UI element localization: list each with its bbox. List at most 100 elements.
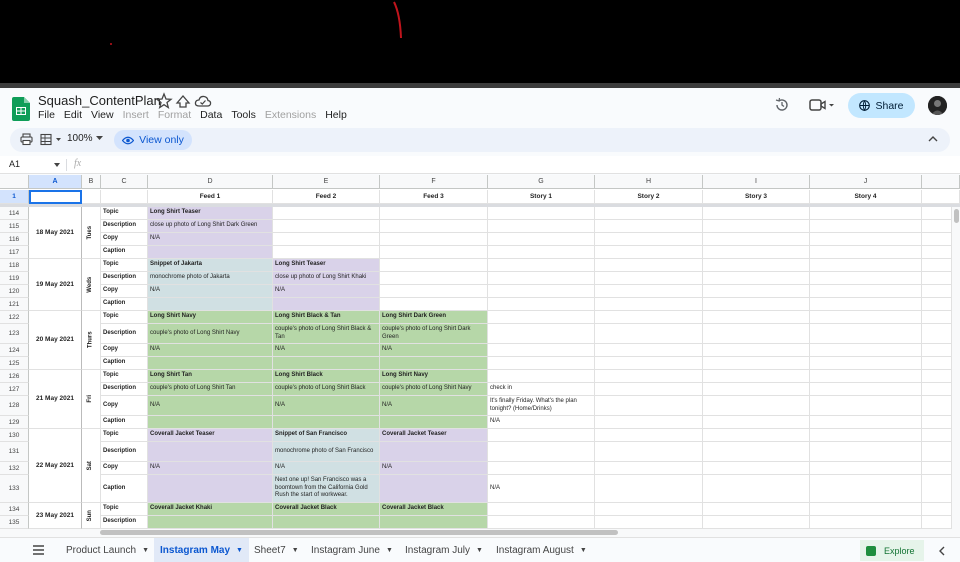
name-box-caret-icon[interactable] <box>54 163 60 167</box>
weekday-cell[interactable]: Sun <box>82 503 101 529</box>
sheet-tab-instagram-august[interactable]: Instagram August ▼ <box>490 538 593 562</box>
content-cell-e[interactable] <box>273 516 380 529</box>
empty-cell[interactable] <box>703 516 810 529</box>
empty-cell[interactable] <box>810 396 922 416</box>
empty-cell[interactable] <box>595 344 703 357</box>
empty-cell[interactable] <box>810 324 922 344</box>
content-cell-g[interactable] <box>488 516 595 529</box>
content-cell-g[interactable]: N/A <box>488 475 595 503</box>
content-cell-e[interactable]: N/A <box>273 344 380 357</box>
content-cell-d[interactable]: N/A <box>148 285 273 298</box>
zoom-select[interactable]: 100% <box>67 133 93 144</box>
empty-cell[interactable] <box>703 462 810 475</box>
version-history-icon[interactable] <box>774 97 790 113</box>
content-cell-e[interactable] <box>273 233 380 246</box>
empty-cell[interactable] <box>703 220 810 233</box>
empty-cell[interactable] <box>810 442 922 462</box>
empty-cell[interactable] <box>595 311 703 324</box>
content-cell-g[interactable] <box>488 344 595 357</box>
content-cell-e[interactable]: close up photo of Long Shirt Khaki <box>273 272 380 285</box>
empty-cell[interactable] <box>595 416 703 429</box>
header-cell[interactable] <box>101 190 148 204</box>
empty-cell[interactable] <box>810 416 922 429</box>
content-cell-d[interactable] <box>148 357 273 370</box>
column-header-i[interactable]: I <box>703 175 810 189</box>
print-icon[interactable] <box>20 133 33 146</box>
menu-format[interactable]: Format <box>158 109 191 121</box>
content-cell-d[interactable]: couple's photo of Long Shirt Tan <box>148 383 273 396</box>
content-cell-d[interactable]: N/A <box>148 462 273 475</box>
row-label-cell[interactable]: Description <box>101 324 148 344</box>
empty-cell[interactable] <box>810 272 922 285</box>
empty-cell[interactable] <box>595 442 703 462</box>
selected-cell-a1[interactable] <box>29 190 82 204</box>
content-cell-g[interactable]: It's finally Friday. What's the plan ton… <box>488 396 595 416</box>
row-header[interactable]: 121 <box>0 298 29 311</box>
content-cell-g[interactable] <box>488 462 595 475</box>
row-label-cell[interactable]: Description <box>101 383 148 396</box>
menu-help[interactable]: Help <box>325 109 347 121</box>
weekday-cell[interactable]: Thurs <box>82 311 101 370</box>
empty-cell[interactable] <box>703 503 810 516</box>
menu-data[interactable]: Data <box>200 109 222 121</box>
empty-cell[interactable] <box>703 246 810 259</box>
column-header-k[interactable] <box>922 175 960 189</box>
row-header[interactable]: 117 <box>0 246 29 259</box>
empty-cell[interactable] <box>703 383 810 396</box>
content-cell-g[interactable] <box>488 285 595 298</box>
content-cell-e[interactable]: Coverall Jacket Black <box>273 503 380 516</box>
weekday-cell[interactable]: Tues <box>82 207 101 259</box>
row-label-cell[interactable]: Topic <box>101 503 148 516</box>
empty-cell[interactable] <box>810 311 922 324</box>
move-to-folder-icon[interactable] <box>174 92 192 110</box>
empty-cell[interactable] <box>810 246 922 259</box>
vertical-scrollbar[interactable] <box>951 207 960 529</box>
content-cell-f[interactable] <box>380 475 488 503</box>
content-cell-g[interactable] <box>488 429 595 442</box>
sheet-tab-caret-icon[interactable]: ▼ <box>476 547 483 554</box>
empty-cell[interactable] <box>810 475 922 503</box>
empty-cell[interactable] <box>810 285 922 298</box>
empty-cell[interactable] <box>703 344 810 357</box>
row-label-cell[interactable]: Description <box>101 272 148 285</box>
vertical-scroll-thumb[interactable] <box>954 209 959 223</box>
content-cell-f[interactable]: Long Shirt Dark Green <box>380 311 488 324</box>
empty-cell[interactable] <box>703 475 810 503</box>
row-label-cell[interactable]: Topic <box>101 259 148 272</box>
content-cell-f[interactable] <box>380 442 488 462</box>
content-cell-e[interactable]: couple's photo of Long Shirt Black & Tan <box>273 324 380 344</box>
empty-cell[interactable] <box>703 259 810 272</box>
view-only-button[interactable]: View only <box>114 130 192 150</box>
content-cell-e[interactable]: Long Shirt Teaser <box>273 259 380 272</box>
content-cell-d[interactable]: couple's photo of Long Shirt Navy <box>148 324 273 344</box>
empty-cell[interactable] <box>810 357 922 370</box>
content-cell-d[interactable] <box>148 442 273 462</box>
row-header[interactable]: 134 <box>0 503 29 516</box>
row-label-cell[interactable]: Description <box>101 442 148 462</box>
row-label-cell[interactable]: Description <box>101 516 148 529</box>
weekday-cell[interactable]: Fri <box>82 370 101 429</box>
empty-cell[interactable] <box>703 272 810 285</box>
content-cell-g[interactable] <box>488 503 595 516</box>
header-cell[interactable] <box>922 190 960 204</box>
date-cell[interactable]: 19 May 2021 <box>29 259 82 311</box>
row-label-cell[interactable]: Caption <box>101 416 148 429</box>
name-box[interactable]: A1 <box>9 159 20 169</box>
empty-cell[interactable] <box>810 344 922 357</box>
row-header[interactable]: 133 <box>0 475 29 503</box>
column-header-g[interactable]: G <box>488 175 595 189</box>
empty-cell[interactable] <box>595 285 703 298</box>
content-cell-f[interactable] <box>380 246 488 259</box>
row-label-cell[interactable]: Copy <box>101 396 148 416</box>
row-header[interactable]: 118 <box>0 259 29 272</box>
empty-cell[interactable] <box>595 516 703 529</box>
empty-cell[interactable] <box>810 207 922 220</box>
content-cell-e[interactable]: monochrome photo of San Francisco <box>273 442 380 462</box>
content-cell-g[interactable] <box>488 324 595 344</box>
sheet-tab-instagram-july[interactable]: Instagram July ▼ <box>399 538 489 562</box>
row-label-cell[interactable]: Copy <box>101 285 148 298</box>
sheet-tab-caret-icon[interactable]: ▼ <box>580 547 587 554</box>
header-cell[interactable]: Feed 3 <box>380 190 488 204</box>
content-cell-g[interactable] <box>488 259 595 272</box>
content-cell-d[interactable]: N/A <box>148 233 273 246</box>
